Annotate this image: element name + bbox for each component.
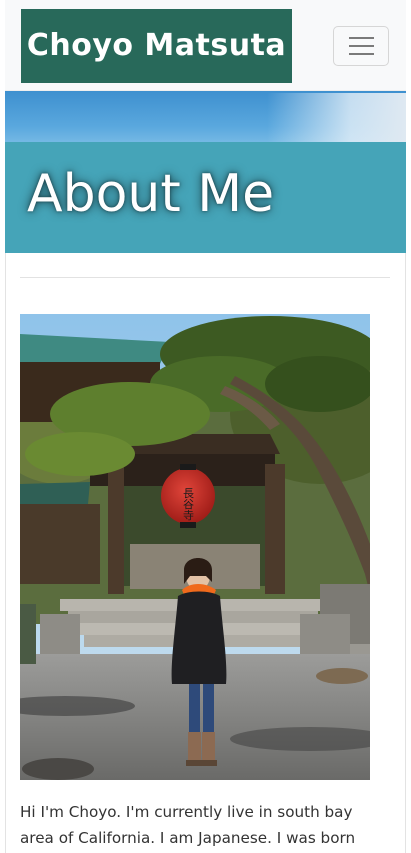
page-title: About Me [27, 164, 275, 224]
navbar-toggle-button[interactable] [333, 26, 389, 66]
hero-banner: About Me [5, 91, 406, 253]
site-brand-link[interactable]: Choyo Matsuta [21, 9, 292, 83]
lantern-label: 長谷寺 [182, 487, 195, 520]
profile-photo: 長谷寺 [20, 314, 370, 780]
section-divider [20, 277, 390, 278]
intro-paragraph: Hi I'm Choyo. I'm currently live in sout… [20, 803, 356, 847]
navbar: Choyo Matsuta [5, 0, 406, 91]
hero-cloud [267, 93, 406, 142]
